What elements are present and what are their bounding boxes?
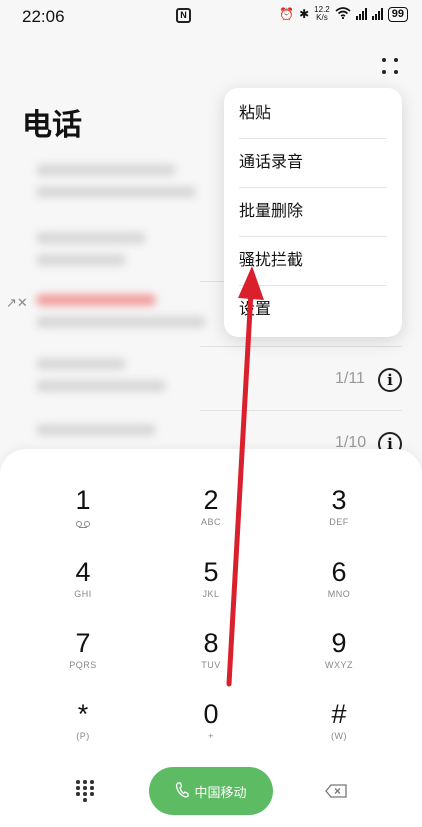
key-star[interactable]: * (P) bbox=[38, 699, 128, 755]
key-letters: MNO bbox=[327, 589, 351, 599]
list-item[interactable] bbox=[22, 158, 212, 222]
key-digit: 6 bbox=[331, 557, 347, 587]
key-letters: DEF bbox=[329, 517, 349, 527]
battery-icon: 99 bbox=[387, 6, 408, 22]
wifi-icon bbox=[335, 6, 351, 22]
key-digit: * bbox=[77, 699, 89, 729]
menu-item-paste[interactable]: 粘贴 bbox=[239, 89, 387, 138]
key-digit: 9 bbox=[331, 628, 347, 658]
key-digit: 0 bbox=[203, 699, 219, 729]
nfc-icon: N bbox=[176, 8, 191, 23]
status-icons: ⏰ ✱ 12.2 K/s 99 bbox=[279, 6, 408, 22]
status-time: 22:06 bbox=[22, 7, 65, 26]
key-8[interactable]: 8 TUV bbox=[166, 628, 256, 684]
key-digit: 4 bbox=[75, 557, 91, 587]
key-digit: 5 bbox=[203, 557, 219, 587]
call-count: 1/11 bbox=[335, 370, 365, 387]
options-menu: 粘贴 通话录音 批量删除 骚扰拦截 设置 bbox=[224, 88, 402, 337]
key-letters: WXYZ bbox=[325, 660, 353, 670]
key-digit: 2 bbox=[203, 485, 219, 515]
key-letters: (W) bbox=[331, 731, 347, 741]
signal-icon-1 bbox=[355, 8, 367, 20]
menu-item-settings[interactable]: 设置 bbox=[239, 285, 387, 334]
key-2[interactable]: 2 ABC bbox=[166, 485, 256, 541]
network-speed-unit: K/s bbox=[316, 13, 328, 22]
key-letters: PQRS bbox=[69, 660, 97, 670]
backspace-icon[interactable] bbox=[325, 784, 347, 798]
page-title: 电话 bbox=[22, 109, 82, 142]
row-divider bbox=[200, 410, 402, 411]
more-options-icon[interactable] bbox=[380, 56, 400, 76]
menu-item-spam-blocking[interactable]: 骚扰拦截 bbox=[239, 236, 387, 285]
key-letters: + bbox=[208, 731, 214, 741]
key-letters: TUV bbox=[201, 660, 221, 670]
key-5[interactable]: 5 JKL bbox=[166, 557, 256, 613]
key-4[interactable]: 4 GHI bbox=[38, 557, 128, 613]
key-letters: ABC bbox=[200, 517, 221, 527]
dialpad: 1 2 ABC 3 DEF 4 GHI 5 JKL 6 MNO 7 PQRS 8… bbox=[0, 449, 422, 827]
key-digit: 3 bbox=[331, 485, 347, 515]
menu-item-call-recording[interactable]: 通话录音 bbox=[239, 138, 387, 187]
row-divider bbox=[200, 346, 402, 347]
key-letters: GHI bbox=[74, 589, 92, 599]
phone-icon bbox=[175, 781, 190, 801]
key-6[interactable]: 6 MNO bbox=[294, 557, 384, 613]
alarm-icon: ⏰ bbox=[279, 7, 295, 21]
key-digit: # bbox=[331, 699, 347, 729]
list-item[interactable] bbox=[22, 288, 212, 352]
key-0[interactable]: 0 + bbox=[166, 699, 256, 755]
key-7[interactable]: 7 PQRS bbox=[38, 628, 128, 684]
call-button[interactable]: 中国移动 bbox=[149, 767, 273, 815]
key-1[interactable]: 1 bbox=[38, 485, 128, 541]
key-digit: 8 bbox=[203, 628, 219, 658]
key-digit: 7 bbox=[75, 628, 91, 658]
key-digit: 1 bbox=[75, 485, 91, 515]
dialpad-toggle-icon[interactable] bbox=[76, 780, 94, 802]
voicemail-icon bbox=[76, 521, 90, 528]
list-item[interactable] bbox=[22, 226, 212, 290]
key-9[interactable]: 9 WXYZ bbox=[294, 628, 384, 684]
key-3[interactable]: 3 DEF bbox=[294, 485, 384, 541]
bluetooth-icon: ✱ bbox=[299, 7, 310, 21]
key-hash[interactable]: # (W) bbox=[294, 699, 384, 755]
menu-item-batch-delete[interactable]: 批量删除 bbox=[239, 187, 387, 236]
status-bar: 22:06 N ⏰ ✱ 12.2 K/s 99 bbox=[0, 0, 422, 34]
signal-icon-2 bbox=[371, 8, 383, 20]
info-icon[interactable]: i bbox=[378, 368, 402, 392]
call-button-label: 中国移动 bbox=[194, 784, 247, 800]
key-letters: (P) bbox=[76, 731, 90, 741]
list-item[interactable] bbox=[22, 352, 212, 416]
key-letters: JKL bbox=[202, 589, 220, 599]
network-speed: 12.2 K/s bbox=[314, 6, 330, 22]
